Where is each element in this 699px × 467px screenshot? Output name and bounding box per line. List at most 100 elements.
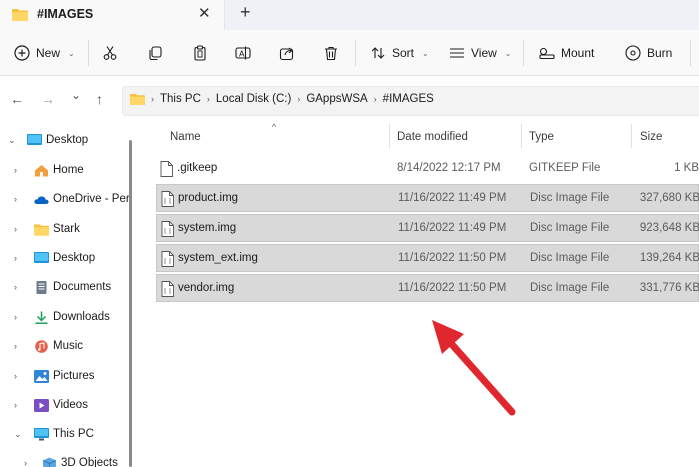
cut-button[interactable] xyxy=(102,42,118,64)
mount-button[interactable]: Mount xyxy=(539,42,594,64)
new-label: New xyxy=(36,46,61,60)
folder-icon xyxy=(34,223,49,236)
chevron-right-icon[interactable]: › xyxy=(14,194,17,204)
file-date: 11/16/2022 11:50 PM xyxy=(398,252,507,264)
sidebar-item-videos[interactable]: › Videos xyxy=(0,392,136,418)
chevron-down-icon[interactable]: ⌄ xyxy=(8,135,16,146)
toolbar-divider xyxy=(523,40,524,66)
chevron-down-icon[interactable]: ⌄ xyxy=(14,429,22,440)
sidebar-item-this-pc[interactable]: ⌄ This PC xyxy=(0,421,136,447)
share-button[interactable] xyxy=(279,42,295,64)
delete-button[interactable] xyxy=(323,42,339,64)
desktop-icon xyxy=(34,251,49,263)
file-date: 8/14/2022 12:17 PM xyxy=(397,162,501,174)
chevron-right-icon[interactable]: › xyxy=(14,165,17,175)
breadcrumb-images[interactable]: #IMAGES xyxy=(383,93,434,105)
sidebar-item-3d-objects[interactable]: › 3D Objects xyxy=(0,450,136,467)
sidebar-item-label: Desktop xyxy=(46,134,89,146)
sidebar-item-home[interactable]: › Home xyxy=(0,157,136,183)
share-icon xyxy=(279,47,294,61)
tab-strip: #IMAGES ✕ + xyxy=(0,0,699,30)
file-type: GITKEEP File xyxy=(529,162,601,174)
copy-icon xyxy=(149,46,162,61)
sidebar-item-label: 3D Objects xyxy=(61,457,118,467)
table-row[interactable]: .gitkeep 8/14/2022 12:17 PM GITKEEP File… xyxy=(156,155,699,183)
copy-button[interactable] xyxy=(147,42,163,64)
file-name: product.img xyxy=(178,192,239,204)
sidebar-item-downloads[interactable]: › Downloads xyxy=(0,304,136,330)
chevron-right-icon: › xyxy=(151,94,154,104)
navigation-pane: ⌄ Desktop › Home › OneDrive - Per › Star… xyxy=(0,124,136,467)
file-size: 923,648 KB xyxy=(639,222,699,234)
paste-button[interactable] xyxy=(192,42,208,64)
breadcrumb-this-pc[interactable]: This PC xyxy=(160,93,201,105)
tab-images[interactable]: #IMAGES ✕ xyxy=(0,0,225,30)
close-icon[interactable]: ✕ xyxy=(198,4,211,22)
sidebar-item-desktop[interactable]: › Desktop xyxy=(0,245,136,271)
music-icon xyxy=(35,339,48,353)
sidebar-item-desktop-root[interactable]: ⌄ Desktop xyxy=(0,127,136,153)
svg-text:A: A xyxy=(239,50,245,59)
home-icon xyxy=(35,164,48,176)
cloud-icon xyxy=(34,195,49,204)
desktop-icon xyxy=(27,133,42,145)
sidebar-item-label: Home xyxy=(53,164,84,176)
burn-label: Burn xyxy=(647,46,673,60)
file-size: 327,680 KB xyxy=(639,192,699,204)
chevron-down-icon: ⌄ xyxy=(504,48,512,58)
column-divider[interactable] xyxy=(521,124,522,148)
column-header-type[interactable]: Type xyxy=(529,131,554,143)
column-divider[interactable] xyxy=(389,124,390,148)
chevron-right-icon[interactable]: › xyxy=(14,400,17,410)
sidebar-item-music[interactable]: › Music xyxy=(0,333,136,359)
back-button[interactable]: ← xyxy=(10,91,24,107)
video-icon xyxy=(34,398,49,412)
chevron-right-icon[interactable]: › xyxy=(14,224,17,234)
chevron-right-icon[interactable]: › xyxy=(24,458,27,467)
chevron-right-icon[interactable]: › xyxy=(14,282,17,292)
sort-label: Sort xyxy=(392,46,415,60)
column-header-date[interactable]: Date modified xyxy=(397,131,468,143)
chevron-right-icon[interactable]: › xyxy=(14,312,17,322)
disc-image-file-icon xyxy=(161,251,174,267)
sidebar-scrollbar[interactable] xyxy=(129,140,132,467)
table-row[interactable]: system_ext.img 11/16/2022 11:50 PM Disc … xyxy=(156,244,699,272)
column-header-size[interactable]: Size xyxy=(640,131,662,143)
sidebar-item-pictures[interactable]: › Pictures xyxy=(0,363,136,389)
new-button[interactable]: New ⌄ xyxy=(14,42,75,64)
column-divider[interactable] xyxy=(631,124,632,148)
document-icon xyxy=(36,280,47,294)
table-row[interactable]: vendor.img 11/16/2022 11:50 PM Disc Imag… xyxy=(156,274,699,302)
mount-label: Mount xyxy=(561,46,595,60)
table-row[interactable]: product.img 11/16/2022 11:49 PM Disc Ima… xyxy=(156,184,699,212)
clipboard-icon xyxy=(194,45,206,61)
sort-button[interactable]: Sort ⌄ xyxy=(370,42,429,64)
rename-button[interactable]: A xyxy=(235,42,251,64)
sidebar-item-stark[interactable]: › Stark xyxy=(0,216,136,242)
toolbar-divider xyxy=(88,40,89,66)
disc-icon xyxy=(625,45,641,61)
breadcrumb-gappswsa[interactable]: GAppsWSA xyxy=(306,93,367,105)
up-button[interactable]: ↑ xyxy=(96,91,103,107)
new-tab-button[interactable]: + xyxy=(240,2,251,23)
sidebar-item-documents[interactable]: › Documents xyxy=(0,274,136,300)
mount-icon xyxy=(539,47,555,60)
view-button[interactable]: View ⌄ xyxy=(449,42,512,64)
sidebar-item-onedrive[interactable]: › OneDrive - Per xyxy=(0,186,136,212)
column-header-name[interactable]: Name xyxy=(170,131,201,143)
rename-icon: A xyxy=(235,46,251,60)
chevron-right-icon[interactable]: › xyxy=(14,253,17,263)
sidebar-item-label: Downloads xyxy=(53,311,110,323)
disc-image-file-icon xyxy=(161,191,174,207)
pictures-icon xyxy=(34,369,49,383)
sidebar-item-label: OneDrive - Per xyxy=(53,193,130,205)
breadcrumb-local-disk[interactable]: Local Disk (C:) xyxy=(216,93,291,105)
forward-button[interactable]: → xyxy=(41,91,55,107)
recent-locations-button[interactable]: ⌄ xyxy=(71,88,81,102)
table-row[interactable]: system.img 11/16/2022 11:49 PM Disc Imag… xyxy=(156,214,699,242)
sidebar-item-label: Music xyxy=(53,340,84,352)
chevron-right-icon[interactable]: › xyxy=(14,341,17,351)
burn-button[interactable]: Burn xyxy=(625,42,672,64)
chevron-right-icon[interactable]: › xyxy=(14,371,17,381)
file-size: 1 KB xyxy=(674,162,699,174)
